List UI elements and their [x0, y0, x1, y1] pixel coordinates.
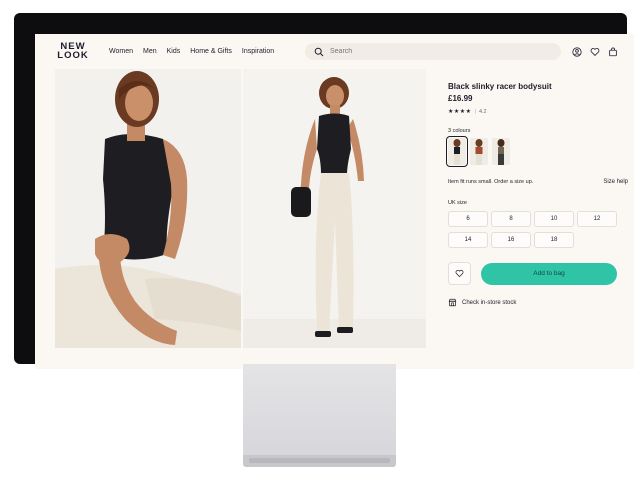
rating-divider: |: [474, 108, 476, 115]
new-look-logo[interactable]: NEW LOOK: [57, 42, 89, 61]
search-icon: [314, 47, 324, 56]
nav-item-inspiration[interactable]: Inspiration: [242, 48, 274, 55]
stand-base-detail: [249, 458, 390, 463]
logo-line-2: LOOK: [57, 50, 89, 61]
size-button-18[interactable]: 18: [534, 232, 574, 248]
product-photo-standing[interactable]: [243, 69, 426, 348]
rating-stars-icon: ★★★★: [448, 109, 472, 115]
check-in-store-stock-link[interactable]: Check in-store stock: [448, 298, 628, 307]
product-rating[interactable]: ★★★★ | 4.2: [448, 108, 628, 116]
colour-swatch-khaki[interactable]: [492, 138, 510, 165]
nav-item-men[interactable]: Men: [143, 48, 157, 55]
purchase-actions: Add to bag: [448, 262, 628, 285]
check-stock-label: Check in-store stock: [462, 299, 517, 306]
size-button-8[interactable]: 8: [491, 211, 531, 227]
add-to-bag-button[interactable]: Add to bag: [481, 262, 617, 285]
product-title: Black slinky racer bodysuit: [448, 82, 552, 91]
monitor-frame: NEW LOOK Women Men Kids Home & Gifts Ins…: [14, 13, 634, 369]
size-grid: 6 8 10 12 14 16 18: [448, 211, 628, 248]
search-input[interactable]: [328, 47, 552, 56]
fit-note: Item fit runs small. Order a size up.: [448, 179, 534, 185]
colour-swatch-black[interactable]: [446, 136, 468, 167]
save-to-wishlist-button[interactable]: [448, 262, 471, 285]
fit-row: Item fit runs small. Order a size up. Si…: [448, 179, 628, 185]
size-button-10[interactable]: 10: [534, 211, 574, 227]
store-icon: [448, 298, 457, 307]
search-bar[interactable]: [305, 43, 561, 60]
product-details: Black slinky racer bodysuit £16.99 ★★★★ …: [446, 82, 628, 307]
product-photo-seated[interactable]: [55, 69, 241, 348]
site-header: NEW LOOK Women Men Kids Home & Gifts Ins…: [35, 34, 634, 70]
size-label: UK size: [448, 200, 467, 206]
bag-icon[interactable]: [607, 46, 618, 57]
heart-icon: [455, 269, 464, 278]
nav-item-women[interactable]: Women: [109, 48, 133, 55]
nav-item-home-gifts[interactable]: Home & Gifts: [190, 48, 232, 55]
wishlist-heart-icon[interactable]: [589, 46, 600, 57]
rating-value: 4.2: [478, 108, 487, 115]
size-help-link[interactable]: Size help: [603, 179, 628, 185]
nav-item-kids[interactable]: Kids: [167, 48, 181, 55]
colour-swatch-rust[interactable]: [470, 138, 488, 165]
main-nav: Women Men Kids Home & Gifts Inspiration: [109, 48, 274, 55]
size-button-6[interactable]: 6: [448, 211, 488, 227]
account-icon[interactable]: [571, 46, 582, 57]
browser-screen: NEW LOOK Women Men Kids Home & Gifts Ins…: [35, 34, 634, 369]
monitor-stand: [243, 364, 396, 457]
colours-label: 3 colours: [448, 128, 471, 134]
size-button-12[interactable]: 12: [577, 211, 617, 227]
size-button-14[interactable]: 14: [448, 232, 488, 248]
monitor-stand-base: [243, 455, 396, 467]
colour-swatches: [446, 136, 628, 167]
header-icons: [571, 46, 618, 57]
size-button-16[interactable]: 16: [491, 232, 531, 248]
product-price: £16.99: [448, 94, 473, 103]
